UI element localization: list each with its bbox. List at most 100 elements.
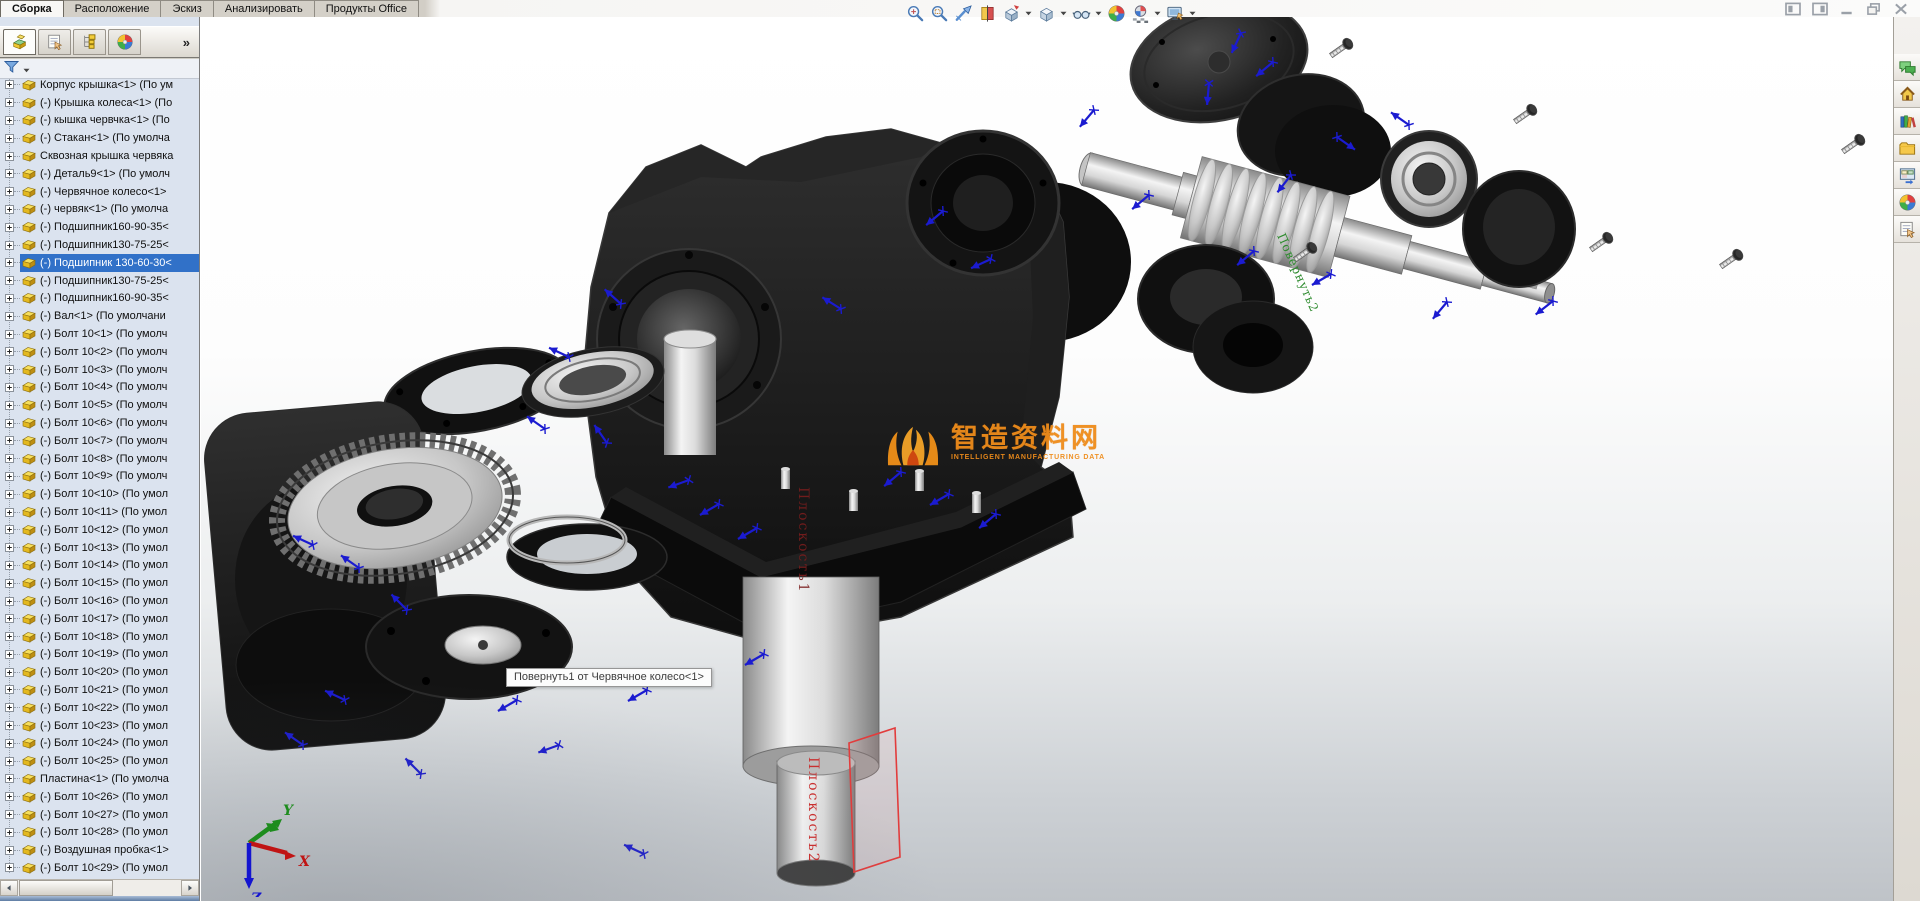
panel-splitter[interactable] (0, 896, 199, 901)
expand-icon[interactable] (5, 650, 14, 659)
tree-item-content[interactable]: (-) Болт 10<1> (По умолч (20, 325, 199, 343)
graphics-area[interactable]: Y X Z 智造资料网 INTELLIGENT MANUFACTURING DA… (201, 17, 1893, 901)
tree-item-32[interactable]: (-) Болт 10<18> (По умол (0, 628, 199, 646)
tree-item-23[interactable]: (-) Болт 10<9> (По умолч (0, 468, 199, 486)
file-explorer-button[interactable] (1894, 135, 1920, 162)
tree-item-37[interactable]: (-) Болт 10<23> (По умол (0, 717, 199, 735)
expand-icon[interactable] (5, 187, 14, 196)
close-button[interactable] (1891, 2, 1910, 16)
hide-show-items-dropdown-caret[interactable] (1093, 2, 1103, 24)
tree-item-content[interactable]: (-) Подшипник130-75-25< (20, 236, 199, 254)
tree-item-28[interactable]: (-) Болт 10<14> (По умол (0, 557, 199, 575)
view-orientation-button[interactable] (999, 2, 1023, 24)
tree-item-content[interactable]: (-) Болт 10<9> (По умолч (20, 468, 199, 486)
expand-icon[interactable] (5, 543, 14, 552)
tree-item-content[interactable]: (-) Подшипник130-75-25< (20, 272, 199, 290)
tree-item-content[interactable]: (-) Болт 10<10> (По умол (20, 485, 199, 503)
tree-item-content[interactable]: (-) Крышка колеса<1> (По (20, 94, 199, 112)
tree-item-16[interactable]: (-) Болт 10<2> (По умолч (0, 343, 199, 361)
tree-item-1[interactable]: Корпус крышка<1> (По ум (0, 76, 199, 94)
expand-icon[interactable] (5, 508, 14, 517)
tree-item-content[interactable]: (-) Болт 10<26> (По умол (20, 788, 199, 806)
expand-icon[interactable] (5, 98, 14, 107)
tree-horizontal-scrollbar[interactable] (0, 879, 199, 896)
property-manager-tab[interactable] (38, 29, 71, 55)
tree-item-22[interactable]: (-) Болт 10<8> (По умолч (0, 450, 199, 468)
expand-icon[interactable] (5, 294, 14, 303)
tree-item-content[interactable]: (-) Болт 10<25> (По умол (20, 752, 199, 770)
tree-item-content[interactable]: (-) Болт 10<16> (По умол (20, 592, 199, 610)
tree-item-30[interactable]: (-) Болт 10<16> (По умол (0, 592, 199, 610)
expand-icon[interactable] (5, 436, 14, 445)
tree-item-35[interactable]: (-) Болт 10<21> (По умол (0, 681, 199, 699)
expand-icon[interactable] (5, 685, 14, 694)
tree-item-content[interactable]: (-) Болт 10<24> (По умол (20, 734, 199, 752)
tree-item-13[interactable]: (-) Подшипник160-90-35< (0, 290, 199, 308)
apply-scene-dropdown-caret[interactable] (1152, 2, 1162, 24)
feature-tree-tab[interactable] (3, 29, 36, 55)
tree-item-24[interactable]: (-) Болт 10<10> (По умол (0, 485, 199, 503)
tree-item-42[interactable]: (-) Болт 10<27> (По умол (0, 806, 199, 824)
tree-item-content[interactable]: (-) Болт 10<27> (По умол (20, 806, 199, 824)
tree-item-content[interactable]: Корпус крышка<1> (По ум (20, 76, 199, 94)
bolt[interactable] (1840, 133, 1867, 157)
tree-item-11[interactable]: (-) Подшипник 130-60-30< (0, 254, 199, 272)
expand-icon[interactable] (5, 152, 14, 161)
tree-item-25[interactable]: (-) Болт 10<11> (По умол (0, 503, 199, 521)
tree-item-content[interactable]: (-) Болт 10<12> (По умол (20, 521, 199, 539)
expand-icon[interactable] (5, 863, 14, 872)
resources-button[interactable] (1894, 81, 1920, 108)
tree-item-31[interactable]: (-) Болт 10<17> (По умол (0, 610, 199, 628)
section-view-button[interactable] (975, 2, 999, 24)
expand-icon[interactable] (5, 276, 14, 285)
tree-item-content[interactable]: (-) Болт 10<20> (По умол (20, 663, 199, 681)
ribbon-tab-1[interactable]: Сборка (0, 0, 64, 17)
ribbon-tab-3[interactable]: Эскиз (160, 0, 213, 17)
expand-icon[interactable] (5, 347, 14, 356)
expand-icon[interactable] (5, 205, 14, 214)
tree-item-40[interactable]: Пластина<1> (По умолча (0, 770, 199, 788)
view-settings-button[interactable] (1163, 2, 1187, 24)
expand-icon[interactable] (5, 792, 14, 801)
expand-icon[interactable] (5, 80, 14, 89)
tree-item-17[interactable]: (-) Болт 10<3> (По умолч (0, 361, 199, 379)
tree-item-27[interactable]: (-) Болт 10<13> (По умол (0, 539, 199, 557)
collapse-left-pane-button[interactable] (1783, 2, 1802, 16)
tree-item-content[interactable]: (-) Болт 10<2> (По умолч (20, 343, 199, 361)
tree-item-45[interactable]: (-) Болт 10<29> (По умол (0, 859, 199, 877)
expand-icon[interactable] (5, 223, 14, 232)
expand-icon[interactable] (5, 579, 14, 588)
edit-appearance-button[interactable] (1104, 2, 1128, 24)
tree-item-content[interactable]: (-) кышка червчка<1> (По (20, 112, 199, 130)
tree-item-content[interactable]: (-) Червячное колесо<1> (20, 183, 199, 201)
panel-overflow-chevron[interactable]: » (183, 35, 196, 50)
expand-icon[interactable] (5, 258, 14, 267)
tree-item-29[interactable]: (-) Болт 10<15> (По умол (0, 574, 199, 592)
collapse-right-pane-button[interactable] (1810, 2, 1829, 16)
tree-item-content[interactable]: (-) Болт 10<6> (По умолч (20, 414, 199, 432)
expand-icon[interactable] (5, 490, 14, 499)
expand-icon[interactable] (5, 597, 14, 606)
expand-icon[interactable] (5, 525, 14, 534)
output-shaft[interactable] (743, 577, 900, 886)
scroll-left-button[interactable] (0, 880, 18, 896)
tree-item-content[interactable]: (-) Болт 10<21> (По умол (20, 681, 199, 699)
tree-item-content[interactable]: (-) Болт 10<28> (По умол (20, 823, 199, 841)
expand-icon[interactable] (5, 419, 14, 428)
expand-icon[interactable] (5, 721, 14, 730)
tree-item-43[interactable]: (-) Болт 10<28> (По умол (0, 823, 199, 841)
tree-item-41[interactable]: (-) Болт 10<26> (По умол (0, 788, 199, 806)
ribbon-tab-2[interactable]: Расположение (63, 0, 162, 17)
expand-icon[interactable] (5, 828, 14, 837)
minimize-button[interactable] (1837, 2, 1856, 16)
tree-item-content[interactable]: (-) Болт 10<13> (По умол (20, 539, 199, 557)
expand-icon[interactable] (5, 757, 14, 766)
expand-icon[interactable] (5, 383, 14, 392)
tree-item-content[interactable]: (-) Болт 10<19> (По умол (20, 646, 199, 664)
tree-item-2[interactable]: (-) Крышка колеса<1> (По (0, 94, 199, 112)
tree-item-content[interactable]: (-) Болт 10<8> (По умолч (20, 450, 199, 468)
tree-item-14[interactable]: (-) Вал<1> (По умолчани (0, 307, 199, 325)
tree-item-6[interactable]: (-) Деталь9<1> (По умолч (0, 165, 199, 183)
expand-icon[interactable] (5, 668, 14, 677)
ribbon-tab-5[interactable]: Продукты Office (314, 0, 419, 17)
